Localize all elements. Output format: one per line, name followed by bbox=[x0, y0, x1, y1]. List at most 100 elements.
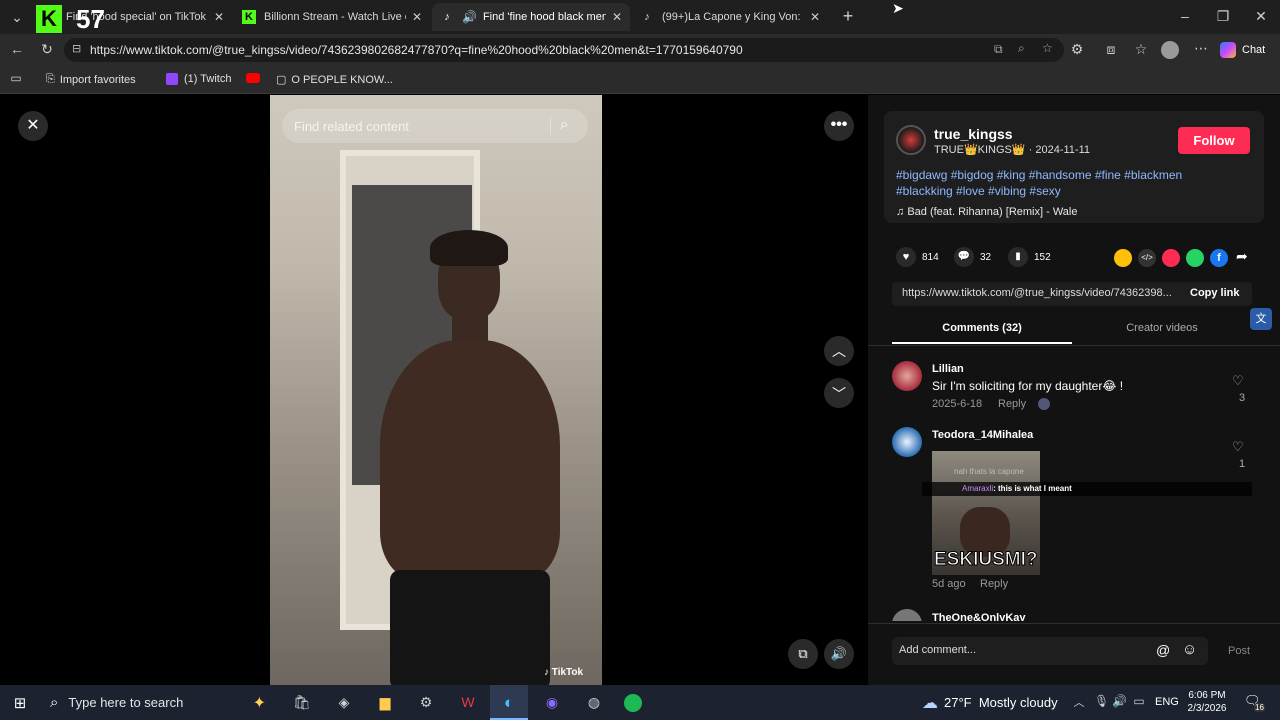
close-tab-icon[interactable]: ✕ bbox=[412, 10, 422, 24]
tab-comments[interactable]: Comments (32) bbox=[892, 322, 1072, 344]
speaker-icon[interactable]: 🔊 bbox=[1112, 694, 1127, 708]
spotify-icon[interactable] bbox=[624, 694, 642, 712]
avatar[interactable] bbox=[892, 609, 922, 621]
microphone-icon[interactable]: 🎙 bbox=[1094, 694, 1109, 708]
tab-2[interactable]: K Billionn Stream - Watch Live on Kick ✕ bbox=[234, 3, 430, 31]
avatar[interactable] bbox=[892, 427, 922, 457]
more-menu-icon[interactable]: ⋯ bbox=[1192, 40, 1210, 57]
search-icon[interactable]: ⌕ bbox=[560, 116, 568, 133]
music-info[interactable]: ♫ Bad (feat. Rihanna) [Remix] - Wale bbox=[896, 206, 1077, 218]
comment-username[interactable]: TheOne&OnlyKay bbox=[932, 612, 1026, 621]
search-divider bbox=[550, 117, 551, 135]
url-field[interactable]: ⊟ https://www.tiktok.com/@true_kingss/vi… bbox=[64, 38, 1064, 62]
microsoft-store-icon[interactable]: 🛍 bbox=[292, 694, 312, 711]
bookmark-import-favorites[interactable]: ⎘ Import favorites bbox=[46, 73, 136, 86]
emoji-icon[interactable]: ☺ bbox=[1182, 641, 1197, 658]
close-window-icon[interactable]: ✕ bbox=[1252, 8, 1270, 25]
tray-overflow-icon[interactable]: ︿ bbox=[1072, 694, 1086, 710]
windows-start-icon[interactable]: ⊞ bbox=[12, 694, 28, 712]
comment-username[interactable]: Teodora_14Mihalea bbox=[932, 429, 1033, 441]
related-search-bar[interactable]: Find related content ⌕ bbox=[282, 109, 588, 143]
zoom-icon[interactable]: ⌕ bbox=[1018, 41, 1025, 56]
file-explorer-icon[interactable]: ▆ bbox=[375, 694, 395, 711]
follow-button[interactable]: Follow bbox=[1178, 127, 1250, 154]
reply-button[interactable]: Reply bbox=[998, 398, 1026, 410]
network-icon[interactable]: ▭ bbox=[1132, 694, 1146, 708]
maximize-icon[interactable]: ❐ bbox=[1214, 8, 1232, 25]
weather-widget[interactable]: ☁ 27°F Mostly cloudy bbox=[922, 685, 1058, 720]
caption-hashtags-line2[interactable]: #blackking #love #vibing #sexy bbox=[896, 184, 1061, 198]
comment-placeholder: Add comment... bbox=[899, 644, 977, 656]
creator-username[interactable]: true_kingss bbox=[934, 126, 1013, 142]
steam-icon[interactable]: ⚙ bbox=[416, 694, 436, 711]
tab-creator-videos[interactable]: Creator videos bbox=[1072, 322, 1252, 344]
repost-icon[interactable] bbox=[1114, 249, 1132, 267]
profile-avatar[interactable] bbox=[1161, 41, 1179, 59]
video-player[interactable]: Find related content ⌕ ♪ TikTok bbox=[270, 95, 602, 685]
bookmark-twitch[interactable]: (1) Twitch bbox=[166, 73, 231, 85]
close-tab-icon[interactable]: ✕ bbox=[612, 10, 622, 24]
like-action[interactable]: ♥ 814 bbox=[896, 247, 939, 267]
comment-input[interactable]: Add comment... @ ☺ bbox=[892, 637, 1208, 665]
sidebar-toggle-icon[interactable]: ▭ bbox=[8, 71, 24, 85]
tab-list-chevron-icon[interactable]: ⌄ bbox=[8, 9, 26, 26]
next-video-button[interactable]: ﹀ bbox=[824, 378, 854, 408]
reaction-avatar bbox=[1038, 398, 1050, 410]
post-comment-button[interactable]: Post bbox=[1228, 645, 1250, 657]
refresh-icon[interactable]: ↻ bbox=[38, 41, 56, 58]
notification-center[interactable]: 🗨 16 bbox=[1244, 693, 1265, 713]
bookmark-youtube[interactable] bbox=[246, 73, 260, 83]
messenger-icon[interactable]: ◉ bbox=[542, 694, 562, 711]
embed-icon[interactable]: </> bbox=[1138, 249, 1156, 267]
favorite-star-icon[interactable]: ☆ bbox=[1042, 41, 1053, 55]
tab-4[interactable]: ♪ (99+)La Capone y King Von: Un Tri ✕ bbox=[632, 3, 828, 31]
caption-hashtags-line1[interactable]: #bigdawg #bigdog #king #handsome #fine #… bbox=[896, 168, 1182, 182]
save-action[interactable]: ▮ 152 bbox=[1008, 247, 1051, 267]
related-search-input[interactable]: Find related content bbox=[294, 119, 409, 134]
previous-video-button[interactable]: ︿ bbox=[824, 336, 854, 366]
facebook-icon[interactable]: f bbox=[1210, 249, 1228, 267]
volume-button[interactable]: 🔊 bbox=[824, 639, 854, 669]
split-screen-icon[interactable]: ⧉ bbox=[994, 42, 1003, 57]
new-tab-icon[interactable]: + bbox=[838, 6, 858, 27]
copy-link-button[interactable]: Copy link bbox=[1190, 287, 1240, 299]
tab-3[interactable]: ♪ 🔊 Find 'fine hood black men' on TikTok… bbox=[432, 3, 630, 31]
reply-button[interactable]: Reply bbox=[980, 578, 1008, 590]
wps-icon[interactable]: W bbox=[458, 694, 478, 710]
music-title: Bad (feat. Rihanna) [Remix] - Wale bbox=[907, 206, 1078, 218]
close-tab-icon[interactable]: ✕ bbox=[214, 10, 224, 24]
more-options-button[interactable]: ••• bbox=[824, 111, 854, 141]
chrome-app-icon[interactable]: ◍ bbox=[584, 694, 604, 711]
minimize-icon[interactable]: – bbox=[1176, 8, 1194, 24]
split-icon[interactable]: ⧈ bbox=[1102, 41, 1120, 58]
clock[interactable]: 6:06 PM 2/3/2026 bbox=[1186, 689, 1228, 715]
audio-playing-icon[interactable]: 🔊 bbox=[462, 10, 477, 24]
copilot-app-icon[interactable]: ◈ bbox=[334, 694, 354, 711]
comment-username[interactable]: Lillian bbox=[932, 363, 964, 375]
favorites-icon[interactable]: ☆ bbox=[1132, 41, 1150, 58]
whatsapp-icon[interactable] bbox=[1186, 249, 1204, 267]
floating-player-button[interactable]: ⧉ bbox=[788, 639, 818, 669]
share-tiktok-icon[interactable] bbox=[1162, 249, 1180, 267]
bookmark-people-know[interactable]: ▢ O PEOPLE KNOW... bbox=[276, 73, 393, 87]
close-tab-icon[interactable]: ✕ bbox=[810, 10, 820, 24]
taskbar-search-box[interactable]: ⌕ Type here to search ✦ bbox=[40, 685, 272, 720]
comment-like-icon[interactable]: ♡ bbox=[1232, 373, 1244, 389]
copilot-chat-button[interactable]: Chat bbox=[1220, 38, 1272, 62]
mention-icon[interactable]: @ bbox=[1156, 642, 1170, 658]
extensions-icon[interactable]: ⚙ bbox=[1068, 41, 1086, 58]
share-arrow-icon[interactable]: ➦ bbox=[1236, 248, 1248, 265]
avatar[interactable] bbox=[892, 361, 922, 391]
comment-like-icon[interactable]: ♡ bbox=[1232, 439, 1244, 455]
edge-taskbar-icon[interactable]: ◐ bbox=[490, 685, 528, 720]
back-icon[interactable]: ← bbox=[8, 41, 26, 57]
translate-icon[interactable]: 文 bbox=[1250, 308, 1272, 330]
comment-action[interactable]: 💬 32 bbox=[954, 247, 991, 267]
language-indicator[interactable]: ENG bbox=[1155, 696, 1179, 708]
site-info-icon[interactable]: ⊟ bbox=[72, 42, 81, 55]
close-video-button[interactable]: ✕ bbox=[18, 111, 48, 141]
video-link[interactable]: https://www.tiktok.com/@true_kingss/vide… bbox=[902, 287, 1172, 299]
notification-count: 16 bbox=[1254, 703, 1265, 712]
page-icon: ▢ bbox=[276, 74, 287, 86]
creator-avatar[interactable] bbox=[896, 125, 926, 155]
